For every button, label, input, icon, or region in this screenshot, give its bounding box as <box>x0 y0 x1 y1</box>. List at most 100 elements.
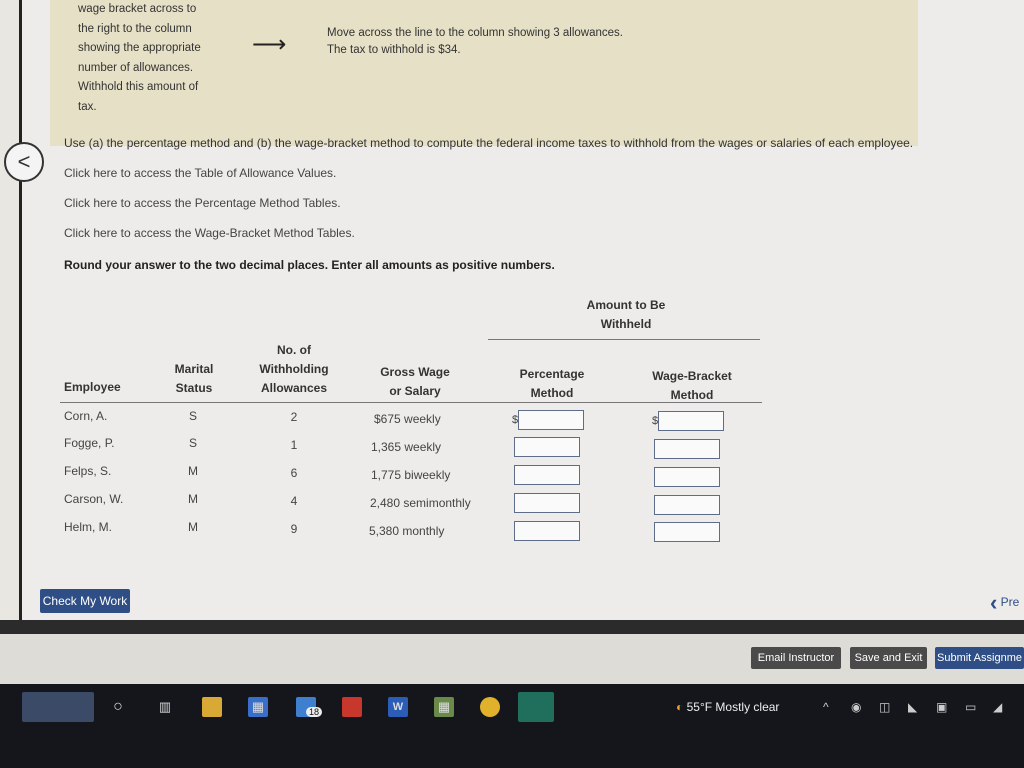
gross-wage: 1,365 weekly <box>371 440 442 454</box>
allowances-count: 4 <box>290 494 298 508</box>
table-header-divider <box>60 402 762 403</box>
windows-taskbar <box>0 684 1024 768</box>
file-explorer-icon[interactable] <box>202 697 222 717</box>
chevron-left-icon: < <box>17 149 31 174</box>
amount-withheld-header-line2: Withheld <box>600 317 652 331</box>
mail-icon[interactable]: 18 <box>296 697 323 717</box>
allowances-count: 2 <box>290 410 298 424</box>
marital-status: S <box>188 436 197 450</box>
chevron-left-icon: ‹ <box>990 590 998 615</box>
example-line: Withhold this amount of <box>78 81 199 93</box>
allowances-count: 9 <box>290 522 298 536</box>
marital-header-line2: Status <box>175 381 213 395</box>
office-icon[interactable] <box>342 697 362 717</box>
wage-bracket-method-input[interactable] <box>654 439 720 459</box>
email-instructor-button[interactable]: Email Instructor <box>751 647 841 669</box>
wage-bracket-tables-link[interactable]: Click here to access the Wage-Bracket Me… <box>64 226 355 240</box>
example-step-text: wage bracket across to the right to the … <box>78 0 238 117</box>
example-line: tax. <box>78 100 97 113</box>
percentage-method-input[interactable] <box>518 410 584 430</box>
gross-wage: 5,380 monthly <box>369 524 445 538</box>
gross-header-line2: or Salary <box>389 384 441 398</box>
allowances-header-line3: Allowances <box>260 381 328 395</box>
chevron-up-icon[interactable]: ^ <box>823 700 829 714</box>
check-my-work-button[interactable]: Check My Work <box>40 589 130 613</box>
wage-bracket-method-input[interactable] <box>654 522 720 542</box>
marital-status: M <box>188 492 198 506</box>
allowances-count: 6 <box>290 466 298 480</box>
back-button[interactable]: < <box>4 142 44 182</box>
task-view-icon[interactable]: ▥ <box>155 697 175 717</box>
weather-widget[interactable]: ◐ 55°F Mostly clear <box>676 700 779 714</box>
amount-withheld-header: Amount to Be Withheld <box>584 296 668 334</box>
percentage-header-line1: Percentage <box>519 367 585 381</box>
save-and-exit-button[interactable]: Save and Exit <box>850 647 927 669</box>
employee-name: Felps, S. <box>64 464 112 478</box>
percentage-method-input[interactable] <box>514 521 580 541</box>
previous-label: Pre <box>1000 595 1020 610</box>
percentage-method-input[interactable] <box>514 465 580 485</box>
mute-icon[interactable]: ◣ <box>908 700 917 714</box>
weather-icon: ◐ <box>676 700 684 714</box>
percentage-method-input[interactable] <box>514 437 580 457</box>
record-icon[interactable]: ◉ <box>851 700 861 714</box>
allowance-table-link[interactable]: Click here to access the Table of Allowa… <box>64 166 336 180</box>
gross-wage: 2,480 semimonthly <box>370 496 471 510</box>
example-line: the right to the column <box>78 22 192 35</box>
marital-status: M <box>188 520 198 534</box>
left-rail <box>0 0 22 620</box>
marital-status: S <box>188 409 197 423</box>
instructions-text: Use (a) the percentage method and (b) th… <box>64 136 914 150</box>
wage-bracket-method-header: Wage-Bracket Method <box>640 367 744 405</box>
allowances-header-line1: No. of <box>277 343 311 357</box>
gross-wage: $675 weekly <box>374 412 441 426</box>
example-line: number of allowances. <box>78 61 194 74</box>
allowances-count: 1 <box>290 438 298 452</box>
news-widget-icon[interactable] <box>22 692 94 722</box>
percentage-method-input[interactable] <box>514 493 580 513</box>
word-icon[interactable]: W <box>388 697 408 717</box>
allowances-header: No. of Withholding Allowances <box>248 341 340 398</box>
mail-badge: 18 <box>306 707 323 717</box>
wage-bracket-method-input[interactable] <box>654 467 720 487</box>
example-line: showing the appropriate <box>78 42 201 54</box>
example-line: wage bracket across to <box>78 3 197 15</box>
employee-name: Helm, M. <box>64 520 112 534</box>
wage-bracket-method-input[interactable] <box>658 411 724 431</box>
search-icon[interactable]: ○ <box>108 697 128 717</box>
employee-name: Carson, W. <box>64 492 124 506</box>
percentage-header-line2: Method <box>530 386 574 400</box>
wifi-icon[interactable]: ◢ <box>993 700 1002 714</box>
chrome-icon[interactable] <box>480 697 500 717</box>
rounding-note: Round your answer to the two decimal pla… <box>64 258 555 272</box>
divider-strip <box>0 620 1024 634</box>
previous-button[interactable]: ‹ Pre <box>990 590 1019 616</box>
store-icon[interactable]: ▦ <box>248 697 268 717</box>
gross-header-line1: Gross Wage <box>380 365 450 379</box>
battery-icon[interactable]: ▭ <box>965 700 976 714</box>
marital-status: M <box>188 464 198 478</box>
employee-column-header: Employee <box>64 380 121 394</box>
group-header-divider <box>488 339 760 340</box>
amount-withheld-header-line1: Amount to Be <box>586 298 666 312</box>
example-result-line: Move across the line to the column showi… <box>327 27 623 39</box>
employee-name: Corn, A. <box>64 409 108 423</box>
touchpad-icon[interactable]: ◫ <box>879 700 890 714</box>
example-result-text: Move across the line to the column showi… <box>327 25 623 59</box>
marital-header-line1: Marital <box>174 362 214 376</box>
weather-text: 55°F Mostly clear <box>686 700 780 714</box>
marital-status-header: Marital Status <box>164 360 224 398</box>
percentage-method-header: Percentage Method <box>506 365 598 403</box>
percentage-tables-link[interactable]: Click here to access the Percentage Meth… <box>64 196 341 210</box>
gross-wage: 1,775 biweekly <box>371 468 451 482</box>
wage-bracket-header-line1: Wage-Bracket <box>652 369 732 383</box>
submit-assignment-button[interactable]: Submit Assignme <box>935 647 1024 669</box>
arrow-right-icon: ⟶ <box>252 31 287 58</box>
allowances-header-line2: Withholding <box>259 362 329 376</box>
wage-bracket-method-input[interactable] <box>654 495 720 515</box>
calculator-icon[interactable]: ▦ <box>434 697 454 717</box>
chrome-profile-icon[interactable] <box>518 692 554 722</box>
employee-name: Fogge, P. <box>64 436 115 450</box>
display-icon[interactable]: ▣ <box>936 700 947 714</box>
example-result-line: The tax to withhold is $34. <box>327 44 461 56</box>
